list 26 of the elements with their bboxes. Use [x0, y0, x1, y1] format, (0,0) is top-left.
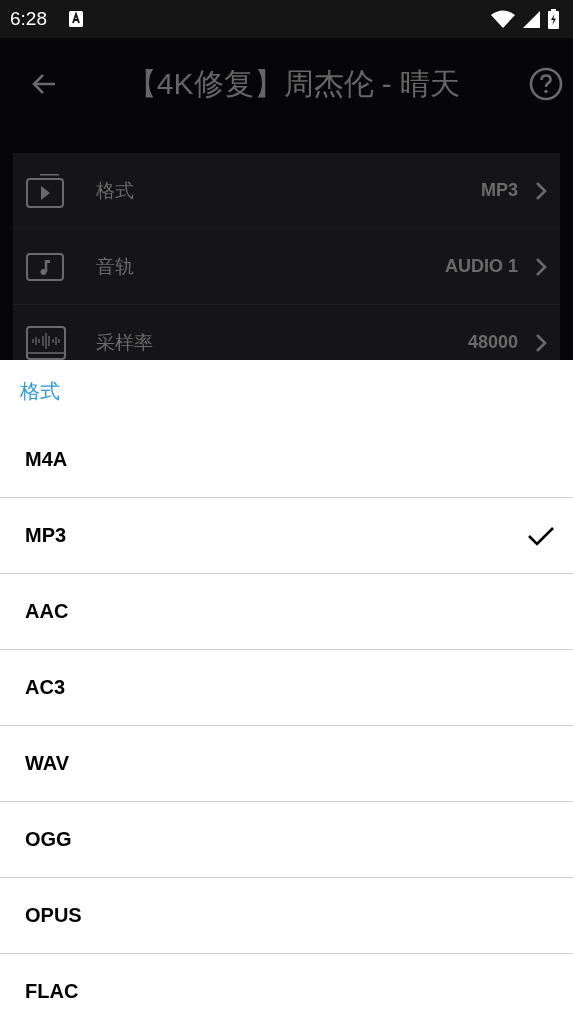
setting-label: 格式	[96, 178, 135, 203]
wifi-icon	[491, 10, 515, 28]
setting-value: MP3	[481, 180, 518, 201]
format-option[interactable]: OGG	[0, 802, 573, 878]
signal-icon	[523, 10, 540, 28]
chevron-right-icon	[534, 255, 548, 278]
notification-icon	[69, 11, 83, 27]
format-option[interactable]: WAV	[0, 726, 573, 802]
chevron-right-icon	[534, 179, 548, 202]
setting-value: 48000	[467, 332, 518, 353]
play-frame-icon	[26, 173, 64, 208]
format-option[interactable]: AC3	[0, 650, 573, 726]
format-option[interactable]: AAC	[0, 574, 573, 650]
chevron-right-icon	[534, 331, 548, 354]
setting-label: 音轨	[96, 254, 135, 279]
music-note-icon	[26, 252, 64, 281]
setting-label: 采样率	[96, 330, 154, 355]
clock: 6:28	[10, 8, 47, 30]
sheet-title: 格式	[19, 379, 61, 404]
format-option[interactable]: FLAC	[0, 954, 573, 1018]
waveform-icon	[26, 325, 66, 360]
page-title: 【4K修复】周杰伦 - 晴天	[125, 65, 462, 102]
battery-icon	[548, 9, 559, 29]
setting-value: AUDIO 1	[445, 256, 518, 277]
help-icon[interactable]	[529, 67, 563, 101]
format-option[interactable]: OPUS	[0, 878, 573, 954]
